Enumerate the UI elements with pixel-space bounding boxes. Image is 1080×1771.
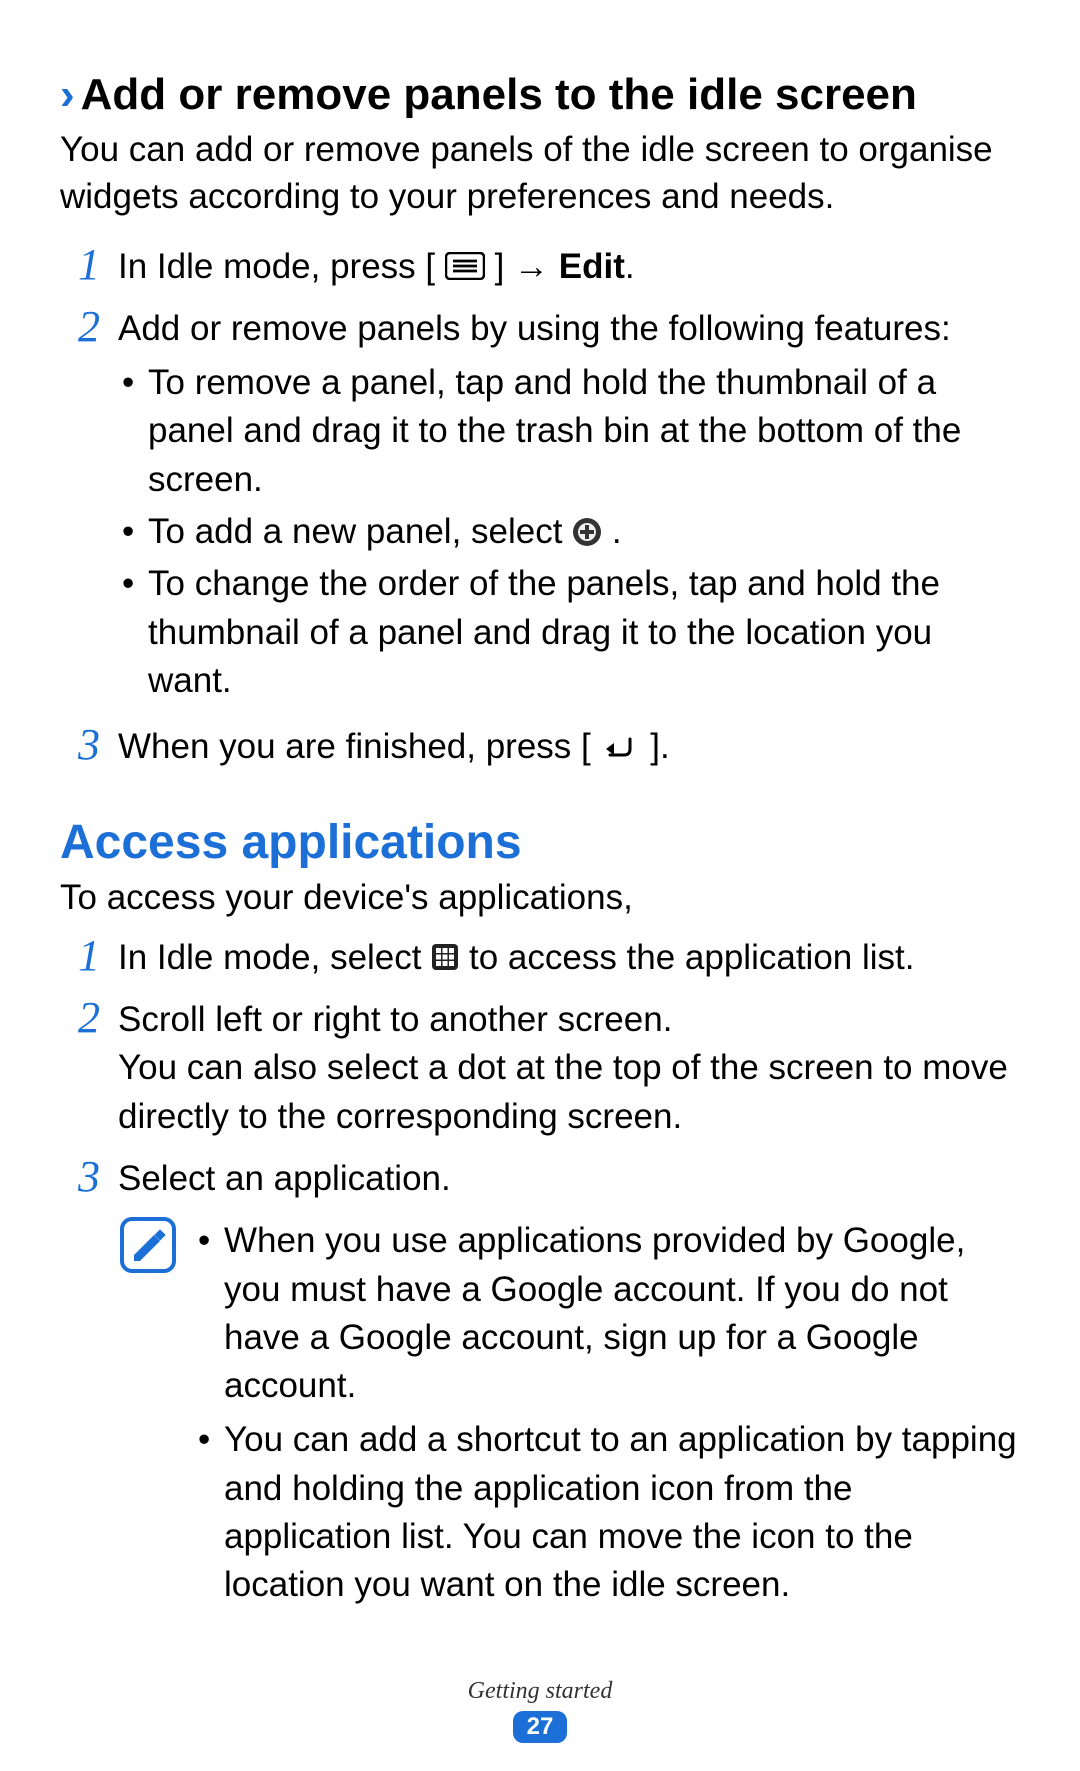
chapter-label: Getting started bbox=[0, 1678, 1080, 1705]
sub-bullet: To change the order of the panels, tap a… bbox=[118, 560, 1020, 705]
page-content: ›Add or remove panels to the idle screen… bbox=[0, 0, 1080, 1616]
step-body: In Idle mode, press [ ] → Edit. bbox=[118, 243, 1020, 291]
step-1b: 1 In Idle mode, select to access the app… bbox=[60, 934, 1020, 982]
step-number: 1 bbox=[60, 934, 100, 978]
intro-paragraph: To access your device's applications, bbox=[60, 874, 1020, 921]
note-body: When you use applications provided by Go… bbox=[194, 1217, 1020, 1615]
section-title: Access applications bbox=[60, 815, 1020, 870]
note-icon bbox=[120, 1217, 176, 1278]
subsection-heading-text: Add or remove panels to the idle screen bbox=[81, 70, 917, 119]
apps-grid-icon bbox=[431, 943, 459, 971]
step-body: Scroll left or right to another screen. … bbox=[118, 996, 1020, 1141]
step-3b: 3 Select an application. bbox=[60, 1155, 1020, 1203]
plus-circle-icon bbox=[572, 517, 602, 547]
sub-bullet: To remove a panel, tap and hold the thum… bbox=[118, 359, 1020, 504]
chevron-right-icon: › bbox=[60, 70, 75, 119]
sub-bullet: To add a new panel, select . bbox=[118, 508, 1020, 556]
step-2: 2 Add or remove panels by using the foll… bbox=[60, 305, 1020, 709]
page-footer: Getting started 27 bbox=[0, 1678, 1080, 1743]
sub-bullets: To remove a panel, tap and hold the thum… bbox=[118, 359, 1020, 705]
step-body: In Idle mode, select to access the appli… bbox=[118, 934, 1020, 982]
back-icon bbox=[600, 733, 640, 761]
step-body: When you are finished, press [ ]. bbox=[118, 723, 1020, 771]
step-number: 2 bbox=[60, 305, 100, 349]
note-bullet: When you use applications provided by Go… bbox=[194, 1217, 1020, 1410]
note-bullet: You can add a shortcut to an application… bbox=[194, 1416, 1020, 1609]
subsection-heading: ›Add or remove panels to the idle screen bbox=[60, 70, 1020, 120]
steps-list-1: 1 In Idle mode, press [ ] → Edit. 2 Add … bbox=[60, 243, 1020, 772]
step-number: 3 bbox=[60, 1155, 100, 1199]
note-box: When you use applications provided by Go… bbox=[120, 1217, 1020, 1615]
page-number-badge: 27 bbox=[513, 1711, 568, 1743]
step-2b: 2 Scroll left or right to another screen… bbox=[60, 996, 1020, 1141]
step-body: Add or remove panels by using the follow… bbox=[118, 305, 1020, 709]
step-body: Select an application. bbox=[118, 1155, 1020, 1203]
step-number: 2 bbox=[60, 996, 100, 1040]
step-number: 3 bbox=[60, 723, 100, 767]
menu-icon bbox=[445, 252, 485, 280]
step-number: 1 bbox=[60, 243, 100, 287]
steps-list-2: 1 In Idle mode, select to access the app… bbox=[60, 934, 1020, 1203]
step-1: 1 In Idle mode, press [ ] → Edit. bbox=[60, 243, 1020, 291]
intro-paragraph: You can add or remove panels of the idle… bbox=[60, 126, 1020, 221]
step-3: 3 When you are finished, press [ ]. bbox=[60, 723, 1020, 771]
